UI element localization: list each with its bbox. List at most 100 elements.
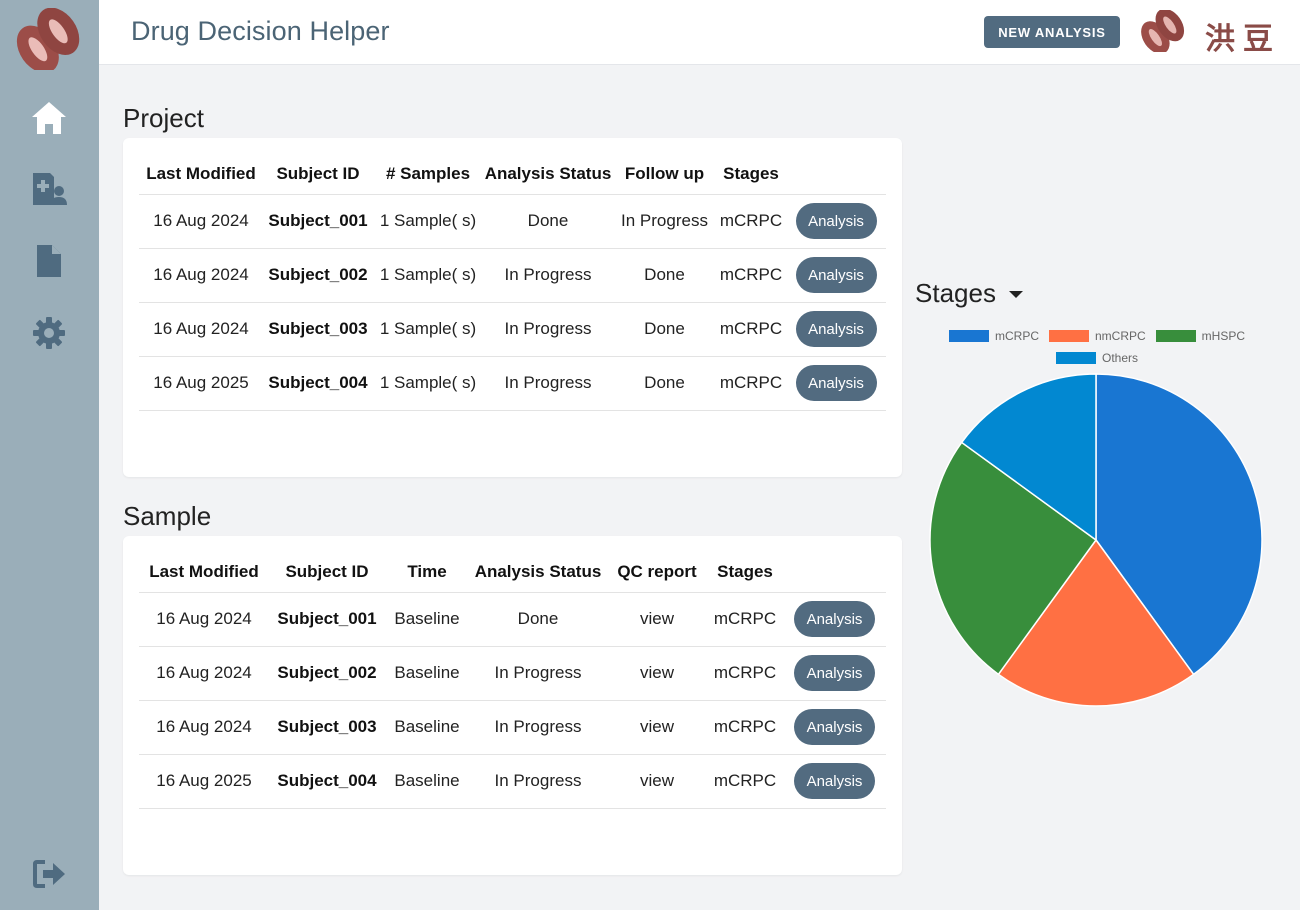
legend-label: nmCRPC bbox=[1094, 329, 1146, 343]
table-header-row: Last Modified Subject ID Time Analysis S… bbox=[139, 552, 886, 593]
table-row: 16 Aug 2024 Subject_001 Baseline Done vi… bbox=[139, 592, 886, 647]
chart-legend: mCRPC nmCRPC mHSPC Others bbox=[930, 325, 1264, 369]
time-cell: Baseline bbox=[385, 700, 469, 755]
subject-id-cell: Subject_004 bbox=[263, 356, 373, 411]
table-row: 16 Aug 2025 Subject_004 1 Sample( s) In … bbox=[139, 356, 886, 411]
action-cell: Analysis bbox=[783, 646, 886, 701]
follow-up-cell: Done bbox=[613, 248, 716, 303]
column-header: Subject ID bbox=[263, 154, 373, 195]
action-cell: Analysis bbox=[786, 248, 886, 303]
analysis-button[interactable]: Analysis bbox=[795, 203, 877, 239]
column-header: Follow up bbox=[613, 154, 716, 195]
sample-section-title: Sample bbox=[123, 501, 212, 531]
qc-report-link[interactable]: view bbox=[607, 646, 707, 701]
legend-item-nmcrpc[interactable]: nmCRPC bbox=[1048, 329, 1146, 343]
document-icon[interactable] bbox=[29, 241, 69, 281]
stages-dropdown[interactable]: Stages bbox=[915, 278, 1023, 309]
qc-report-link[interactable]: view bbox=[607, 700, 707, 755]
app-title: Drug Decision Helper bbox=[131, 16, 390, 46]
caret-down-icon bbox=[1008, 291, 1023, 298]
table-row: 16 Aug 2024 Subject_001 1 Sample( s) Don… bbox=[139, 194, 886, 249]
bean-logo-icon[interactable] bbox=[8, 8, 90, 70]
subject-id-cell: Subject_001 bbox=[269, 592, 385, 647]
table-row: 16 Aug 2024 Subject_002 Baseline In Prog… bbox=[139, 646, 886, 701]
column-header: Subject ID bbox=[269, 552, 385, 593]
project-card: Last Modified Subject ID # Samples Analy… bbox=[123, 138, 902, 477]
action-cell: Analysis bbox=[786, 194, 886, 249]
column-header: Analysis Status bbox=[469, 552, 607, 593]
stage-cell: mCRPC bbox=[716, 194, 786, 249]
stage-cell: mCRPC bbox=[716, 248, 786, 303]
legend-item-others[interactable]: Others bbox=[1055, 351, 1138, 365]
qc-report-link[interactable]: view bbox=[607, 754, 707, 809]
settings-icon[interactable] bbox=[29, 313, 69, 353]
subject-id-cell: Subject_002 bbox=[269, 646, 385, 701]
legend-swatch bbox=[1155, 330, 1196, 342]
last-modified-cell: 16 Aug 2025 bbox=[139, 356, 263, 411]
analysis-status-cell: In Progress bbox=[469, 700, 607, 755]
stage-cell: mCRPC bbox=[716, 302, 786, 357]
analysis-status-cell: In Progress bbox=[469, 646, 607, 701]
table-row: 16 Aug 2024 Subject_003 1 Sample( s) In … bbox=[139, 302, 886, 357]
legend-item-mhspc[interactable]: mHSPC bbox=[1155, 329, 1245, 343]
column-header: Last Modified bbox=[139, 552, 269, 593]
sample-table: Last Modified Subject ID Time Analysis S… bbox=[139, 552, 886, 809]
logout-icon[interactable] bbox=[29, 854, 69, 894]
last-modified-cell: 16 Aug 2024 bbox=[139, 700, 269, 755]
qc-report-link[interactable]: view bbox=[607, 592, 707, 647]
follow-up-cell: In Progress bbox=[613, 194, 716, 249]
home-icon[interactable] bbox=[29, 98, 69, 138]
legend-row: Others bbox=[930, 347, 1264, 369]
action-cell: Analysis bbox=[786, 302, 886, 357]
column-header: Time bbox=[385, 552, 469, 593]
analysis-button[interactable]: Analysis bbox=[795, 365, 877, 401]
column-header: Stages bbox=[707, 552, 783, 593]
last-modified-cell: 16 Aug 2024 bbox=[139, 302, 263, 357]
analysis-button[interactable]: Analysis bbox=[794, 763, 875, 799]
stage-cell: mCRPC bbox=[716, 356, 786, 411]
stage-cell: mCRPC bbox=[707, 646, 783, 701]
time-cell: Baseline bbox=[385, 646, 469, 701]
time-cell: Baseline bbox=[385, 754, 469, 809]
analysis-status-cell: Done bbox=[469, 592, 607, 647]
stages-pie-chart bbox=[929, 373, 1263, 707]
stage-cell: mCRPC bbox=[707, 754, 783, 809]
analysis-status-cell: In Progress bbox=[483, 302, 613, 357]
action-cell: Analysis bbox=[783, 592, 886, 647]
samples-cell: 1 Sample( s) bbox=[373, 248, 483, 303]
patient-icon[interactable] bbox=[29, 169, 69, 209]
samples-cell: 1 Sample( s) bbox=[373, 194, 483, 249]
analysis-button[interactable]: Analysis bbox=[795, 257, 877, 293]
analysis-button[interactable]: Analysis bbox=[795, 311, 877, 347]
column-header: QC report bbox=[607, 552, 707, 593]
last-modified-cell: 16 Aug 2024 bbox=[139, 646, 269, 701]
project-table: Last Modified Subject ID # Samples Analy… bbox=[139, 154, 886, 411]
bean-logo-icon bbox=[1141, 10, 1185, 52]
column-header: Stages bbox=[716, 154, 786, 195]
stages-dropdown-label: Stages bbox=[915, 278, 996, 308]
column-header bbox=[786, 154, 886, 195]
analysis-status-cell: In Progress bbox=[483, 356, 613, 411]
analysis-status-cell: In Progress bbox=[483, 248, 613, 303]
action-cell: Analysis bbox=[783, 700, 886, 755]
legend-label: mCRPC bbox=[994, 329, 1039, 343]
project-section-title: Project bbox=[123, 103, 204, 133]
analysis-button[interactable]: Analysis bbox=[794, 655, 875, 691]
last-modified-cell: 16 Aug 2024 bbox=[139, 248, 263, 303]
column-header: Last Modified bbox=[139, 154, 263, 195]
legend-label: mHSPC bbox=[1201, 329, 1245, 343]
stage-cell: mCRPC bbox=[707, 592, 783, 647]
subject-id-cell: Subject_003 bbox=[269, 700, 385, 755]
action-cell: Analysis bbox=[783, 754, 886, 809]
legend-row: mCRPC nmCRPC mHSPC bbox=[930, 325, 1264, 347]
legend-item-mcrpc[interactable]: mCRPC bbox=[948, 329, 1039, 343]
subject-id-cell: Subject_001 bbox=[263, 194, 373, 249]
samples-cell: 1 Sample( s) bbox=[373, 302, 483, 357]
table-header-row: Last Modified Subject ID # Samples Analy… bbox=[139, 154, 886, 195]
analysis-button[interactable]: Analysis bbox=[794, 601, 875, 637]
legend-swatch bbox=[1055, 352, 1096, 364]
new-analysis-button[interactable]: NEW ANALYSIS bbox=[984, 16, 1120, 48]
brand-name: 洪豆 bbox=[1205, 22, 1281, 57]
analysis-button[interactable]: Analysis bbox=[794, 709, 875, 745]
subject-id-cell: Subject_003 bbox=[263, 302, 373, 357]
